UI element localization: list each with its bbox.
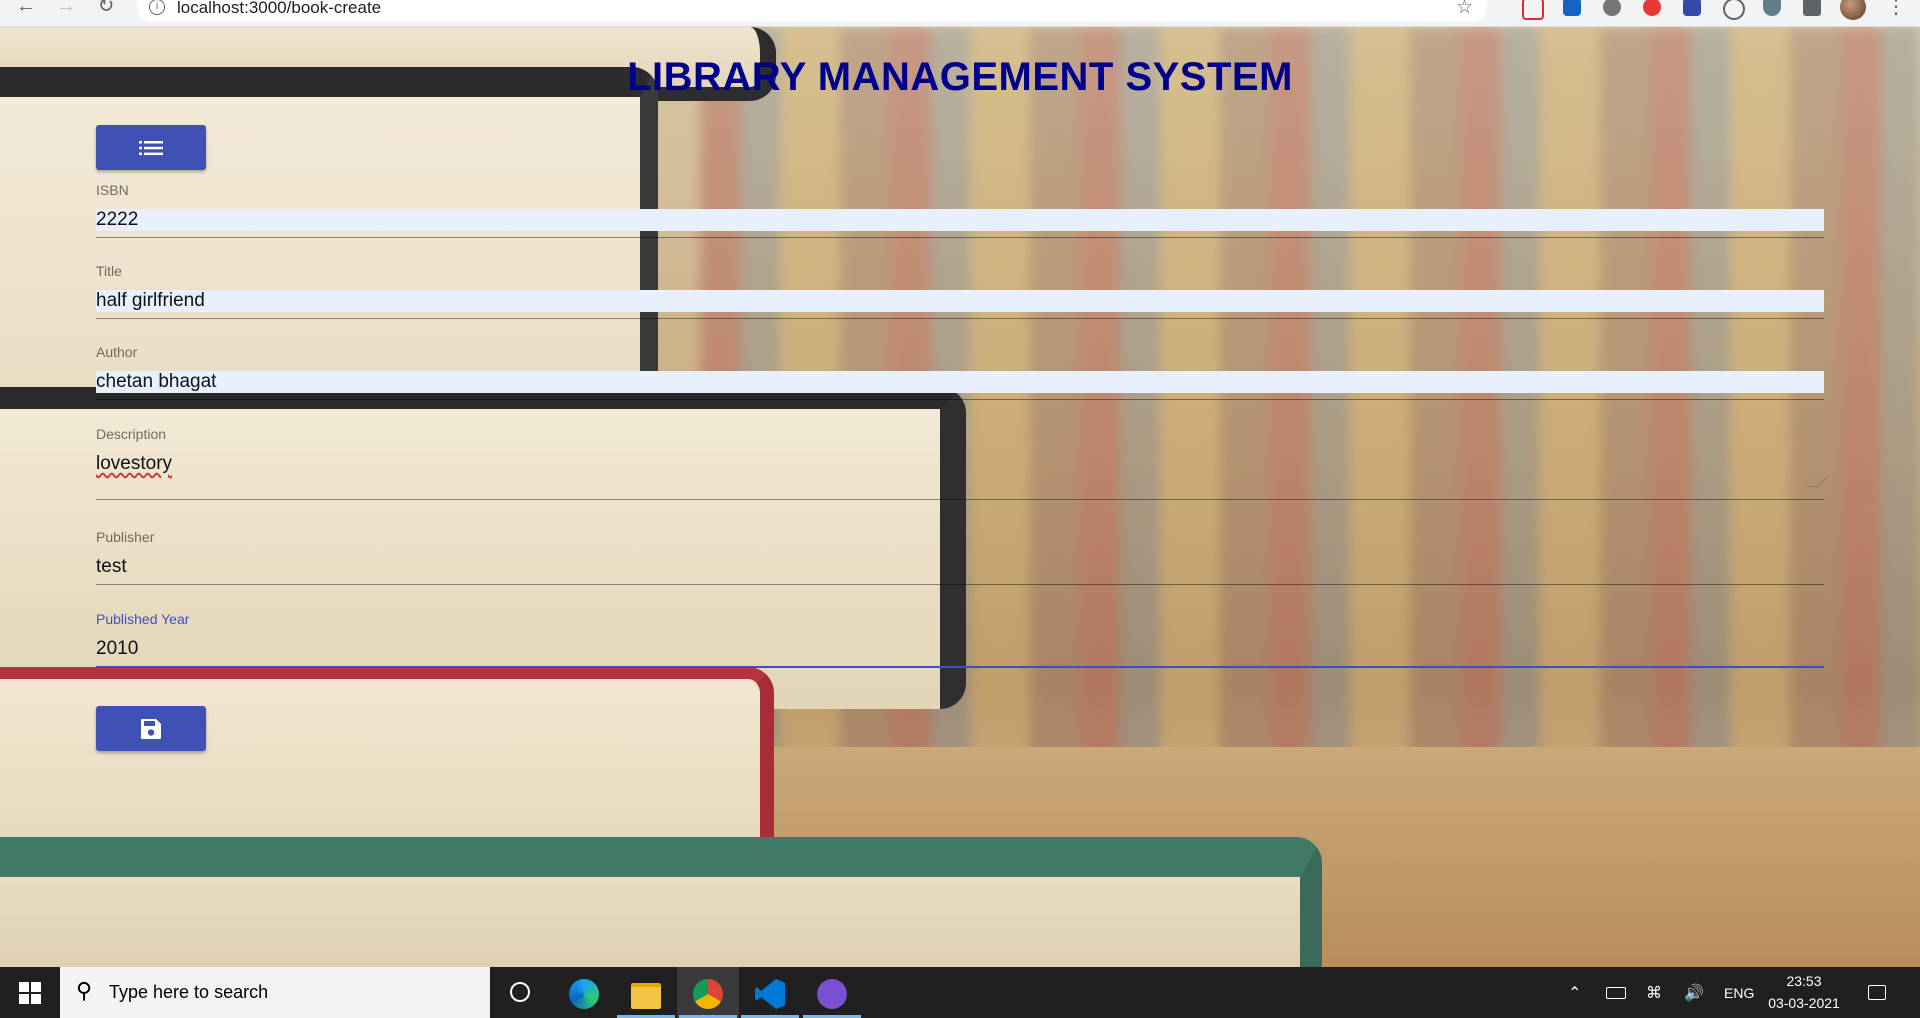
- taskbar-chrome[interactable]: [677, 967, 739, 1018]
- publisher-underline: [96, 584, 1824, 585]
- isbn-input[interactable]: 2222: [96, 209, 1824, 231]
- published-year-input[interactable]: 2010: [96, 638, 1824, 660]
- forward-icon[interactable]: →: [54, 0, 78, 18]
- publisher-input[interactable]: test: [96, 556, 1824, 578]
- github-icon: [817, 979, 847, 1009]
- description-value: lovestory: [96, 453, 173, 474]
- wifi-icon: ⌘: [1646, 984, 1662, 1002]
- author-label: Author: [96, 344, 138, 360]
- published-year-label: Published Year: [96, 611, 190, 627]
- save-button[interactable]: [96, 706, 206, 751]
- info-icon[interactable]: i: [149, 0, 165, 15]
- description-field[interactable]: Description lovestory: [96, 426, 1827, 500]
- extension-icon[interactable]: [1683, 0, 1701, 16]
- isbn-field[interactable]: ISBN 2222: [96, 182, 1824, 238]
- clock-date: 03-03-2021: [1768, 995, 1840, 1011]
- book-list-button[interactable]: [96, 125, 206, 170]
- vscode-icon: [755, 979, 785, 1009]
- description-label: Description: [96, 426, 167, 442]
- opera-extension-icon[interactable]: [1643, 0, 1661, 16]
- battery-shape: [1606, 986, 1626, 999]
- published-year-field[interactable]: Published Year 2010: [96, 611, 1824, 668]
- taskbar-edge[interactable]: [553, 967, 615, 1018]
- description-textarea[interactable]: lovestory: [96, 453, 1827, 493]
- notification-icon: [1868, 985, 1886, 1000]
- extension-icon[interactable]: [1603, 0, 1621, 16]
- isbn-label: ISBN: [96, 182, 129, 198]
- isbn-underline: [96, 237, 1824, 238]
- textarea-resize-handle[interactable]: [1808, 478, 1827, 487]
- extension-icon[interactable]: [1723, 0, 1745, 20]
- taskbar-vscode[interactable]: [739, 967, 801, 1018]
- back-icon[interactable]: ←: [14, 0, 38, 18]
- publisher-label: Publisher: [96, 529, 155, 545]
- task-view-icon: [510, 982, 530, 1002]
- address-bar[interactable]: i localhost:3000/book-create ☆: [137, 0, 1487, 22]
- title-label: Title: [96, 263, 122, 279]
- puzzle-extensions-icon[interactable]: [1803, 0, 1821, 16]
- page-content: LIBRARY MANAGEMENT SYSTEM ISBN 2222 Titl…: [0, 27, 1920, 967]
- language-indicator[interactable]: ENG: [1724, 967, 1754, 1018]
- volume-icon[interactable]: 🔊: [1684, 967, 1704, 1018]
- browser-toolbar: ← → ↻ i localhost:3000/book-create ☆ ⋮: [0, 0, 1920, 27]
- page-title: LIBRARY MANAGEMENT SYSTEM: [627, 55, 1293, 99]
- chrome-icon: [693, 979, 723, 1009]
- reload-icon[interactable]: ↻: [94, 0, 118, 18]
- folder-icon: [631, 983, 661, 1009]
- taskbar-clock[interactable]: 23:53 03-03-2021: [1764, 970, 1844, 1014]
- background-book: [0, 837, 1322, 967]
- task-view-button[interactable]: [489, 967, 551, 1018]
- description-underline: [96, 499, 1824, 500]
- speaker-icon: 🔊: [1684, 984, 1704, 1002]
- extension-icon[interactable]: [1522, 0, 1544, 20]
- action-center-button[interactable]: [1868, 967, 1886, 1018]
- address-url[interactable]: localhost:3000/book-create: [177, 0, 381, 18]
- windows-taskbar: ⚲ Type here to search ⌃ ⌘ 🔊 ENG 23:53 03…: [0, 967, 1920, 1018]
- taskbar-search-placeholder[interactable]: Type here to search: [109, 982, 268, 1003]
- save-icon: [141, 718, 161, 739]
- search-icon: ⚲: [76, 979, 93, 1004]
- taskbar-file-explorer[interactable]: [615, 967, 677, 1018]
- author-field[interactable]: Author chetan bhagat: [96, 344, 1824, 400]
- shield-extension-icon[interactable]: [1763, 0, 1781, 16]
- bookmark-star-icon[interactable]: ☆: [1456, 0, 1473, 19]
- network-icon[interactable]: ⌘: [1646, 967, 1662, 1018]
- battery-icon[interactable]: [1606, 967, 1626, 1018]
- menu-kebab-icon[interactable]: ⋮: [1886, 0, 1906, 19]
- taskbar-search-box[interactable]: ⚲ Type here to search: [60, 967, 490, 1018]
- windows-logo-icon: [19, 982, 41, 1004]
- taskbar-github-desktop[interactable]: [801, 967, 863, 1018]
- profile-avatar[interactable]: [1840, 0, 1866, 20]
- title-underline: [96, 318, 1824, 319]
- clock-time: 23:53: [1786, 973, 1822, 989]
- title-input[interactable]: half girlfriend: [96, 290, 1824, 312]
- show-hidden-icons-button[interactable]: ⌃: [1568, 967, 1581, 1018]
- author-underline: [96, 399, 1824, 400]
- published-year-underline: [96, 666, 1824, 668]
- edge-icon: [569, 979, 599, 1009]
- list-icon: [139, 140, 163, 155]
- author-input[interactable]: chetan bhagat: [96, 371, 1824, 393]
- publisher-field[interactable]: Publisher test: [96, 529, 1824, 585]
- title-field[interactable]: Title half girlfriend: [96, 263, 1824, 319]
- extension-icon[interactable]: [1563, 0, 1581, 16]
- chevron-up-icon: ⌃: [1568, 984, 1582, 1002]
- start-button[interactable]: [0, 967, 60, 1018]
